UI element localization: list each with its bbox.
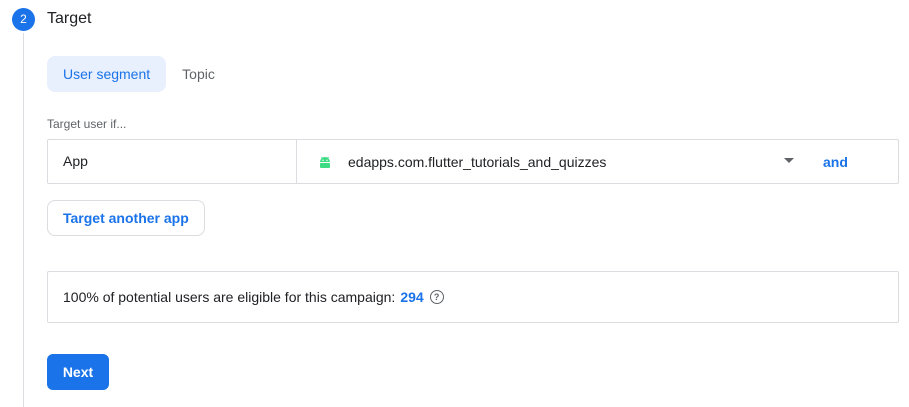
selected-app-value: edapps.com.flutter_tutorials_and_quizzes — [348, 153, 607, 170]
eligibility-summary: 100% of potential users are eligible for… — [47, 271, 899, 323]
targeting-condition-row: App edapps.com.flutter_tutorials_and_qui… — [47, 139, 899, 184]
app-select-dropdown[interactable]: edapps.com.flutter_tutorials_and_quizzes — [297, 140, 802, 183]
step-connector-line — [23, 33, 24, 407]
target-another-app-button[interactable]: Target another app — [47, 200, 205, 236]
condition-field-app[interactable]: App — [48, 140, 297, 183]
tab-user-segment[interactable]: User segment — [47, 56, 167, 92]
eligible-user-count: 294 — [400, 289, 424, 305]
targeting-tabs: User segment Topic — [47, 56, 231, 92]
dropdown-arrow-icon — [784, 158, 794, 163]
next-button[interactable]: Next — [47, 354, 109, 390]
step-title: Target — [47, 10, 92, 27]
campaign-target-step: 2 Target User segment Topic Target user … — [0, 0, 909, 407]
android-icon — [318, 155, 332, 169]
target-user-if-label: Target user if... — [47, 117, 127, 131]
tab-topic[interactable]: Topic — [166, 56, 231, 92]
step-number-badge: 2 — [12, 8, 35, 31]
and-condition-button[interactable]: and — [823, 154, 848, 170]
help-circle-icon[interactable]: ? — [429, 290, 444, 304]
eligibility-text: 100% of potential users are eligible for… — [63, 289, 396, 305]
